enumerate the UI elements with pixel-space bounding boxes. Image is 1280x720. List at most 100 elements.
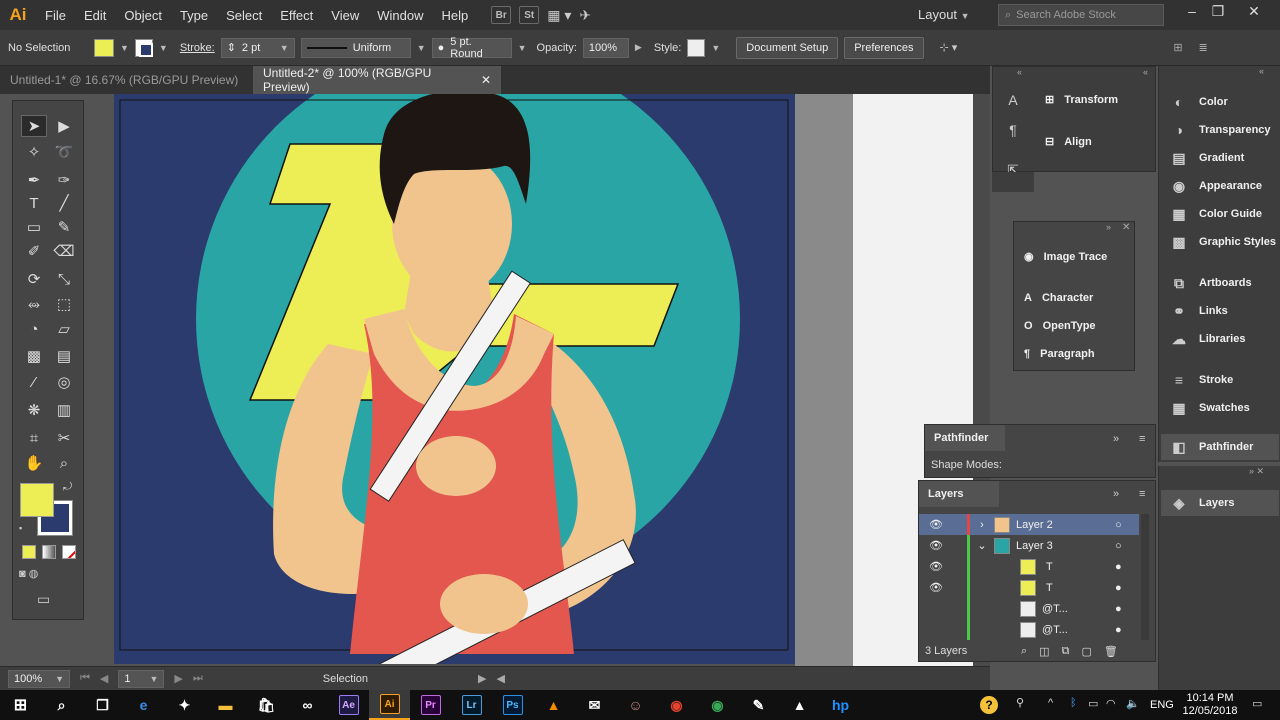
menu-select[interactable]: Select (217, 8, 271, 23)
after-effects-icon[interactable]: Ae (328, 690, 369, 720)
fill-swatch[interactable] (94, 38, 114, 57)
pathfinder-tab[interactable]: Pathfinder (925, 425, 1005, 451)
panel-menu-icon[interactable]: ≣ (1199, 41, 1208, 54)
pathfinder-panel-tab[interactable]: ◧ Pathfinder (1161, 434, 1279, 460)
stroke-panel-tab[interactable]: ≡ Stroke (1169, 371, 1233, 389)
color-guide-panel-tab[interactable]: ▦ Color Guide (1169, 205, 1262, 223)
target-circle-icon[interactable]: ○ (1115, 540, 1139, 552)
document-setup-button[interactable]: Document Setup (736, 36, 839, 59)
last-artboard-icon[interactable]: ⏭ (193, 672, 203, 685)
align-type-icon[interactable]: A (1003, 91, 1023, 109)
tab-untitled-2[interactable]: Untitled-2* @ 100% (RGB/GPU Preview) ✕ (253, 66, 501, 94)
curvature-tool-icon[interactable]: ✑ (51, 169, 77, 191)
people-icon[interactable]: ⚲ (1016, 696, 1024, 709)
selection-tool-icon[interactable]: ➤ (21, 115, 47, 137)
transparency-panel-tab[interactable]: ◑ Transparency (1169, 121, 1271, 139)
wifi-icon[interactable]: ◠ (1106, 697, 1116, 710)
menu-window[interactable]: Window (368, 8, 432, 23)
infinity-app-icon[interactable]: ∞ (287, 690, 328, 720)
align-to-icon[interactable]: ⊹ ▾ (940, 41, 958, 54)
first-artboard-icon[interactable]: ⏮ (80, 672, 90, 685)
zoom-tool-icon[interactable]: ⌕ (51, 452, 77, 474)
fill-color-box[interactable] (20, 483, 54, 517)
bluetooth-icon[interactable]: ᛒ (1070, 697, 1077, 709)
rectangle-tool-icon[interactable]: ▭ (21, 216, 47, 238)
libraries-panel-tab[interactable]: ☁ Libraries (1169, 330, 1245, 348)
brush-definition[interactable]: ● 5 pt. Round (431, 36, 512, 60)
close-tab-icon[interactable]: ✕ (481, 73, 491, 87)
bridge-button[interactable]: Br (491, 6, 512, 24)
illustrator-taskbar-icon[interactable]: Ai (369, 690, 410, 720)
arrange-documents-icon[interactable]: ▦ ▾ (547, 7, 571, 24)
layer-row-layer-2[interactable]: 👁 › Layer 2 ○ (919, 514, 1139, 535)
status-menu-icon[interactable]: ▶ (478, 672, 486, 685)
expand-arrow-icon[interactable]: › (970, 519, 994, 531)
action-center-icon[interactable]: ▭ (1252, 697, 1262, 710)
none-mode-icon[interactable] (62, 545, 76, 559)
dropbox-icon[interactable]: ✦ (164, 690, 205, 720)
photo-viewer-icon[interactable]: ☺ (615, 690, 656, 720)
new-sublayer-icon[interactable]: ⧉ (1062, 645, 1070, 658)
artboard-number-field[interactable]: 1 ▼ (118, 669, 165, 688)
shape-builder-tool-icon[interactable]: ◔ (21, 318, 47, 340)
free-transform-tool-icon[interactable]: ⬚ (51, 293, 77, 315)
target-dot-icon[interactable]: ● (1115, 582, 1139, 594)
mesh-tool-icon[interactable]: ▩ (21, 345, 47, 367)
eraser-tool-icon[interactable]: ⌫ (51, 240, 77, 262)
battery-icon[interactable]: ▭ (1088, 697, 1098, 710)
collapse-dock-icon[interactable]: « (1017, 67, 1022, 77)
inkscape-icon[interactable]: ✎ (738, 690, 779, 720)
symbol-sprayer-tool-icon[interactable]: ❋ (21, 399, 47, 421)
layer-row-sublayer[interactable]: 👁 T ● (919, 556, 1139, 577)
collapse-group-icon[interactable]: » (1106, 222, 1111, 232)
swap-fill-stroke-icon[interactable]: ⤾ (63, 481, 72, 494)
target-dot-icon[interactable]: ● (1115, 624, 1139, 636)
layers-collapse-icon[interactable]: » (1113, 488, 1119, 500)
volume-icon[interactable]: 🔈 (1126, 697, 1140, 710)
new-layer-icon[interactable]: ▢ (1081, 645, 1091, 658)
blend-tool-icon[interactable]: ◎ (51, 371, 77, 393)
photoshop-icon[interactable]: Ps (492, 690, 533, 720)
artboard-tool-icon[interactable]: ⌗ (21, 427, 47, 449)
graphic-styles-panel-tab[interactable]: ▩ Graphic Styles (1169, 233, 1276, 251)
menu-help[interactable]: Help (432, 8, 477, 23)
artboards-panel-tab[interactable]: ⧉ Artboards (1169, 274, 1252, 292)
visibility-eye-icon[interactable]: 👁 (919, 518, 953, 531)
screen-mode-icon[interactable]: ▭ (37, 591, 50, 608)
paintbrush-tool-icon[interactable]: ✎ (51, 216, 77, 238)
tab-untitled-1[interactable]: Untitled-1* @ 16.67% (RGB/GPU Preview) (0, 66, 253, 94)
workspace-switcher[interactable]: Layout ▼ (918, 7, 970, 22)
menu-edit[interactable]: Edit (75, 8, 115, 23)
links-panel-tab[interactable]: ⚭ Links (1169, 302, 1228, 320)
search-stock-input[interactable]: ⌕ Search Adobe Stock (998, 4, 1164, 26)
visibility-eye-icon[interactable]: 👁 (919, 581, 953, 594)
color-mode-icon[interactable] (22, 545, 36, 559)
restore-icon[interactable]: ❐ (1204, 3, 1232, 20)
zoom-level-field[interactable]: 100% ▼ (8, 669, 70, 688)
scroll-left-icon[interactable]: ◀ (496, 672, 504, 685)
shaper-tool-icon[interactable]: ✐ (21, 240, 47, 262)
tray-overflow-icon[interactable]: ^ (1048, 697, 1053, 709)
layer-row-layer-3[interactable]: 👁 ⌄ Layer 3 ○ (919, 535, 1139, 556)
delete-layer-icon[interactable]: 🗑 (1104, 645, 1118, 658)
default-fill-stroke-icon[interactable]: ▪ (19, 523, 22, 533)
line-tool-icon[interactable]: ╱ (51, 192, 77, 214)
language-indicator[interactable]: ENG (1150, 699, 1174, 711)
hand-tool-icon[interactable]: ✋ (21, 452, 47, 474)
lasso-tool-icon[interactable]: ➰ (51, 141, 77, 163)
hp-icon[interactable]: hp (820, 690, 861, 720)
draw-mode-icon[interactable]: ◙ ◍ (19, 567, 53, 585)
next-artboard-icon[interactable]: ▶ (174, 672, 182, 685)
artboard[interactable] (114, 94, 798, 664)
mail-icon[interactable]: ✉ (574, 690, 615, 720)
layers-menu-icon[interactable]: ≡ (1139, 488, 1145, 500)
photos-icon[interactable]: ▲ (779, 690, 820, 720)
layers-tab[interactable]: Layers (919, 481, 999, 507)
character-panel-tab[interactable]: A Character (1024, 292, 1093, 304)
stroke-swatch[interactable] (134, 38, 153, 57)
locate-object-icon[interactable]: ⌕ (1021, 645, 1027, 658)
gradient-panel-tab[interactable]: ▤ Gradient (1169, 149, 1244, 167)
menu-type[interactable]: Type (171, 8, 217, 23)
target-dot-icon[interactable]: ● (1115, 603, 1139, 615)
layer-row-sublayer[interactable]: @T... ● (919, 619, 1139, 640)
